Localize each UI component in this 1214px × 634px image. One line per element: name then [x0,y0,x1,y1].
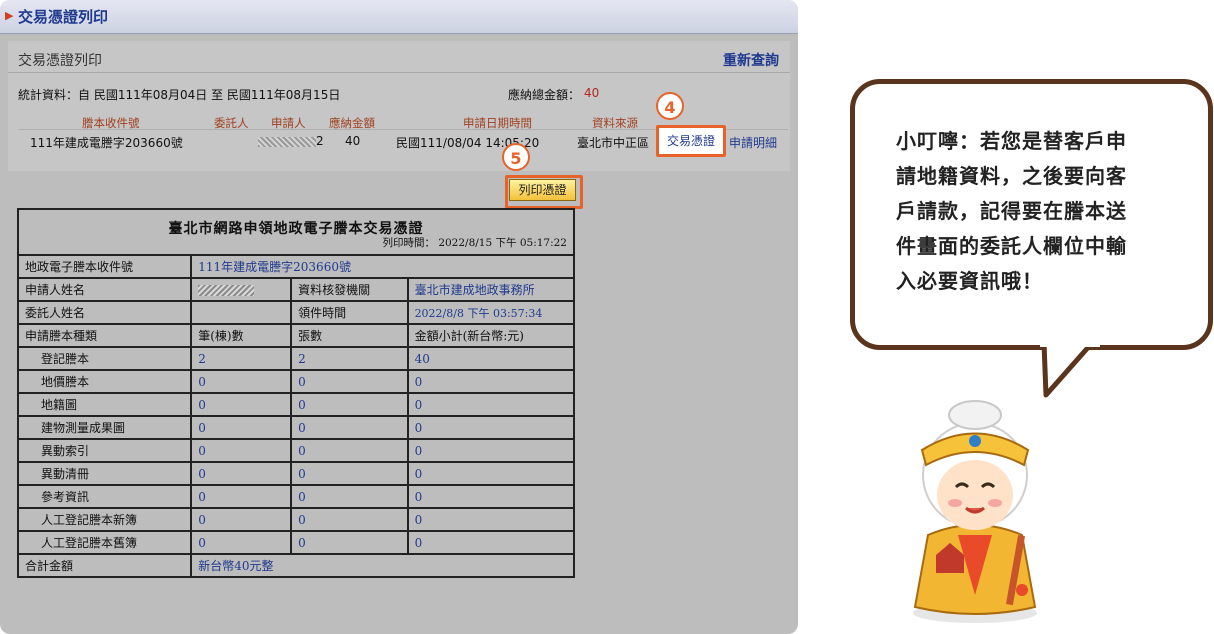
issuer-value: 臺北市建成地政事務所 [406,277,576,302]
section-title: 交易憑證列印 [18,53,102,69]
total-amount-value: 新台幣40元整 [190,553,575,578]
row-applicant: 2 [258,134,324,148]
voucher-title-cell: 臺北市網路申領地政電子謄本交易憑證 列印時間： 2022/8/15 下午 05:… [17,208,575,256]
count-header: 筆(棟)數 [190,323,293,348]
applicant-label: 申請人姓名 [16,277,193,302]
step-4-badge: 4 [656,92,684,120]
subtotal-header: 金額小計(新台幣:元) [406,323,576,348]
requery-link[interactable]: 重新查詢 [723,50,779,70]
table-row: 登記謄本 2 2 40 [16,346,576,371]
table-row: 異動索引 0 0 0 [16,438,576,463]
voucher-table: 臺北市網路申領地政電子謄本交易憑證 列印時間： 2022/8/15 下午 05:… [16,208,576,578]
pickup-value: 2022/8/8 下午 03:57:34 [406,300,576,325]
redacted-name [198,284,255,296]
client-value [190,300,293,325]
page-title: 交易憑證列印 [18,8,109,26]
table-row: 地籍圖 0 0 0 [16,392,576,417]
row-receipt-no: 111年建成電謄字203660號 [30,136,183,150]
speech-bubble-tail-icon [1040,343,1100,398]
header-bar: ▶ 交易憑證列印 [0,0,798,34]
row-source: 臺北市中正區 [577,136,650,150]
sheets-header: 張數 [290,323,409,348]
table-row: 參考資訊 0 0 0 [16,484,576,509]
issuer-label: 資料核發機關 [290,277,409,302]
deity-mascot-icon [913,400,1037,623]
tip-text: 小叮嚀：若您是替客戶申 請地籍資料，之後要向客 戶請款，記得要在謄本送 件畫面的… [896,129,1127,293]
table-row: 人工登記謄本新簿 0 0 0 [16,507,576,532]
receipt-no-label: 地政電子謄本收件號 [16,254,193,279]
redacted-name [258,136,316,147]
print-voucher-button[interactable]: 列印憑證 [509,179,576,201]
client-label: 委託人姓名 [16,300,193,325]
type-header: 申請謄本種類 [16,323,193,348]
applicant-value [190,277,293,302]
print-time: 列印時間： 2022/8/15 下午 05:17:22 [382,237,567,249]
total-value: 40 [584,86,600,100]
total-label: 應納總金額： [508,88,581,102]
transaction-voucher-link[interactable]: 交易憑證 [656,125,726,157]
table-row: 地價謄本 0 0 0 [16,369,576,394]
step-5-badge: 5 [502,143,530,171]
app-window: ▶ 交易憑證列印 交易憑證列印 重新查詢 統計資料：自 民國111年08月04日… [0,0,798,634]
caret-icon: ▶ [5,9,14,22]
stats-range: 統計資料：自 民國111年08月04日 至 民國111年08月15日 [18,88,341,102]
table-row: 人工登記謄本舊簿 0 0 0 [16,530,576,555]
total-amount-label: 合計金額 [16,553,193,578]
pickup-label: 領件時間 [290,300,409,325]
divider [8,72,790,73]
row-amount: 40 [345,134,361,148]
table-row: 異動清冊 0 0 0 [16,461,576,486]
table-row: 建物測量成果圖 0 0 0 [16,415,576,440]
application-detail-link[interactable]: 申請明細 [729,134,777,151]
receipt-no-value: 111年建成電謄字203660號 [190,254,575,279]
